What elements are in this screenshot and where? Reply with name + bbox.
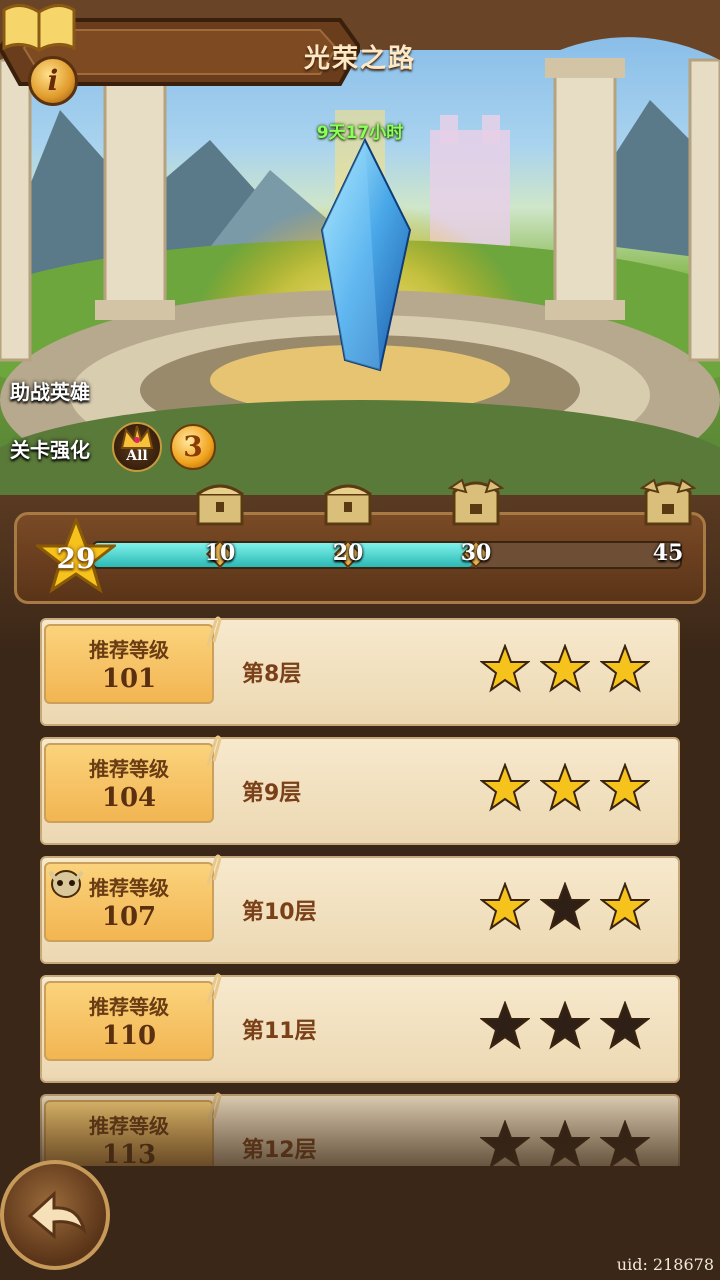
recommended-level-label: 推荐等级 (89, 876, 169, 900)
star-empty-icon (540, 1120, 590, 1166)
star-empty-icon (540, 1001, 590, 1050)
recommended-level-value: 107 (101, 902, 157, 932)
recommended-level-value: 110 (101, 1021, 157, 1051)
current-stars-badge: 29 (36, 518, 116, 594)
star-filled-icon (600, 882, 650, 931)
crown-badge-text: All (126, 448, 148, 464)
star-empty-icon (600, 1120, 650, 1166)
floor-label: 第8层 (242, 662, 302, 687)
crown-icon[interactable]: All (112, 422, 162, 472)
recommended-level-label: 推荐等级 (89, 995, 169, 1019)
stage-list[interactable]: 推荐等级 101 第8层 推荐等级 104 第9层 推荐等级 107 第10层 推荐等级 110 第1… (22, 604, 698, 1166)
milestone-value: 45 (652, 540, 684, 566)
stage-stars (480, 1001, 660, 1051)
star-filled-icon (480, 644, 530, 693)
star-filled-icon (480, 882, 530, 931)
stage-row[interactable]: 推荐等级 104 第9层 (40, 735, 680, 845)
paperclip-icon (206, 1092, 222, 1123)
milestone-value: 10 (204, 540, 236, 566)
progress-bar (92, 541, 682, 569)
recommended-level-label: 推荐等级 (89, 638, 169, 662)
current-stars-count: 29 (56, 542, 96, 575)
floor-label: 第12层 (242, 1138, 317, 1163)
recommended-level-label: 推荐等级 (89, 1114, 169, 1138)
stage-stars (480, 1120, 660, 1166)
stage-boost-label[interactable]: 关卡强化 (10, 434, 90, 463)
paperclip-icon (206, 735, 222, 766)
recommended-level-value: 104 (101, 783, 157, 813)
star-filled-icon (600, 644, 650, 693)
recommended-level-tag: 推荐等级 113 (44, 1092, 222, 1166)
ornate-chest-icon[interactable] (640, 478, 696, 530)
paperclip-icon (206, 616, 222, 647)
boost-count-badge[interactable]: 3 (170, 424, 216, 470)
recommended-level-tag: 推荐等级 104 (44, 735, 222, 823)
floor-label: 第9层 (242, 781, 302, 806)
star-empty-icon (600, 1001, 650, 1050)
stage-row[interactable]: 推荐等级 113 第12层 (40, 1092, 680, 1166)
recommended-level-value: 101 (101, 664, 157, 694)
stage-row[interactable]: 推荐等级 110 第11层 (40, 973, 680, 1083)
stage-stars (480, 763, 660, 813)
page-title: 光荣之路 (303, 44, 416, 74)
recommended-level-tag: 推荐等级 101 (44, 616, 222, 704)
milestone-value: 30 (460, 540, 492, 566)
star-filled-icon (540, 763, 590, 812)
chest-icon[interactable] (192, 478, 248, 530)
floor-label: 第11层 (242, 1019, 317, 1044)
star-empty-icon (480, 1001, 530, 1050)
recommended-level-tag: 推荐等级 107 (44, 854, 222, 942)
chest-icon[interactable] (320, 478, 376, 530)
star-empty-icon (540, 882, 590, 931)
star-filled-icon (480, 763, 530, 812)
progress-bar-fill (94, 543, 472, 567)
book-icon[interactable] (0, 0, 78, 52)
ornate-chest-icon[interactable] (448, 478, 504, 530)
arena-scene: 光荣之路 i 9天17小时 助战英雄 关卡强化 All 3 (0, 0, 720, 520)
assist-heroes-label[interactable]: 助战英雄 (10, 376, 90, 405)
stage-row[interactable]: 推荐等级 101 第8层 (40, 616, 680, 726)
star-filled-icon (600, 763, 650, 812)
info-button[interactable]: i (28, 56, 78, 106)
paperclip-icon (206, 854, 222, 885)
recommended-level-label: 推荐等级 (89, 757, 169, 781)
user-id: uid: 218678 (616, 1255, 714, 1274)
star-empty-icon (480, 1120, 530, 1166)
stage-stars (480, 882, 660, 932)
recommended-level-tag: 推荐等级 110 (44, 973, 222, 1061)
star-filled-icon (540, 644, 590, 693)
back-arrow-icon (27, 1190, 87, 1240)
back-button[interactable] (0, 1160, 110, 1270)
stage-stars (480, 644, 660, 694)
stage-row[interactable]: 推荐等级 107 第10层 (40, 854, 680, 964)
milestone-value: 20 (332, 540, 364, 566)
floor-label: 第10层 (242, 900, 317, 925)
event-timer: 9天17小时 (316, 123, 404, 143)
paperclip-icon (206, 973, 222, 1004)
